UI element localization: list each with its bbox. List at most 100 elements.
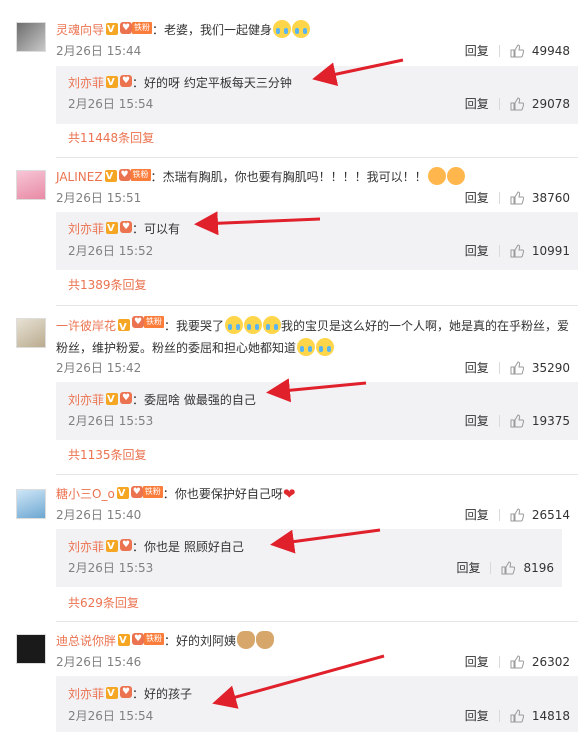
verified-v-icon <box>106 220 119 238</box>
thumbs-up-icon <box>510 508 524 522</box>
username[interactable]: 刘亦菲 <box>68 687 104 701</box>
username[interactable]: 刘亦菲 <box>68 393 104 407</box>
reply-line: 刘亦菲♥：可以有 <box>68 220 570 238</box>
username[interactable]: 刘亦菲 <box>68 76 104 90</box>
like-button[interactable]: 14818 <box>510 707 570 725</box>
username[interactable]: 灵魂向导 <box>56 23 104 37</box>
divider <box>498 710 500 722</box>
username[interactable]: 糖小三O_o <box>56 487 115 501</box>
red-heart-icon: ❤ <box>282 485 296 503</box>
comment-text: 杰瑞有胸肌，你也要有胸肌吗！！！！我可以！！ <box>162 170 427 184</box>
like-button[interactable]: 29078 <box>510 95 570 113</box>
avatar[interactable] <box>16 22 46 52</box>
timestamp: 2月26日 15:53 <box>68 414 154 428</box>
fan-heart-icon: ♥ <box>120 392 133 404</box>
divider <box>498 509 500 521</box>
fan-heart-icon: ♥ <box>120 221 133 233</box>
reply-button[interactable]: 回复 <box>465 189 489 207</box>
reply-actions: 回复 14818 <box>465 707 570 725</box>
timestamp: 2月26日 15:54 <box>68 97 154 111</box>
reply-text: 可以有 <box>144 222 181 236</box>
like-count: 49948 <box>531 44 570 58</box>
like-button[interactable]: 49948 <box>510 42 570 60</box>
reply-button[interactable]: 回复 <box>465 707 489 725</box>
view-all-replies-link[interactable]: 共1389条回复 <box>68 276 147 294</box>
like-button[interactable]: 26302 <box>510 653 570 671</box>
fan-badge: ♥ 铁粉 <box>130 486 163 498</box>
fan-badge: ♥ <box>120 686 133 698</box>
like-button[interactable]: 38760 <box>510 189 570 207</box>
username[interactable]: 刘亦菲 <box>68 222 104 236</box>
verified-v-icon <box>106 74 119 92</box>
reply-actions: 回复 19375 <box>465 412 570 430</box>
divider <box>56 305 578 306</box>
reply-actions: 回复 29078 <box>465 95 570 113</box>
reply-button[interactable]: 回复 <box>465 412 489 430</box>
thumbs-up-icon <box>510 97 524 111</box>
fan-heart-icon: ♥ <box>132 316 145 328</box>
comment-meta: 2月26日 15:40 回复 26514 <box>56 506 578 524</box>
divider <box>490 562 492 574</box>
reply-button[interactable]: 回复 <box>465 506 489 524</box>
thumbs-up-icon <box>510 414 524 428</box>
view-all-replies-link[interactable]: 共11448条回复 <box>68 129 154 147</box>
comment-text: 你也要保护好自己呀 <box>174 487 283 501</box>
username[interactable]: 迪总说你胖 <box>56 634 116 648</box>
reply-button[interactable]: 回复 <box>465 359 489 377</box>
like-button[interactable]: 35290 <box>510 359 570 377</box>
username[interactable]: 刘亦菲 <box>68 540 104 554</box>
fan-badge: ♥ <box>120 392 133 404</box>
avatar[interactable] <box>16 634 46 664</box>
fan-badge: ♥ <box>120 539 133 551</box>
verified-v-icon <box>106 391 119 409</box>
reply-meta: 2月26日 15:54 回复 29078 <box>68 95 578 113</box>
timestamp: 2月26日 15:54 <box>68 709 154 723</box>
comment-actions: 回复 26514 <box>465 506 570 524</box>
reply-button[interactable]: 回复 <box>465 42 489 60</box>
cat-face-emoji-icon <box>237 631 256 649</box>
divider <box>498 98 500 110</box>
reply-line: 刘亦菲♥：你也是 照顾好自己 <box>68 538 554 556</box>
like-button[interactable]: 10991 <box>510 242 570 260</box>
verified-v-icon <box>118 632 131 650</box>
divider <box>498 656 500 668</box>
timestamp: 2月26日 15:52 <box>68 244 154 258</box>
comment-actions: 回复 38760 <box>465 189 570 207</box>
avatar[interactable] <box>16 170 46 200</box>
reply-button[interactable]: 回复 <box>465 242 489 260</box>
like-count: 14818 <box>531 709 570 723</box>
timestamp: 2月26日 15:46 <box>56 655 142 669</box>
fan-badge: ♥ <box>120 75 133 87</box>
fan-tag: 铁粉 <box>142 486 163 498</box>
avatar[interactable] <box>16 318 46 348</box>
reply-box: 刘亦菲♥：可以有 2月26日 15:52 回复 10991 <box>56 212 578 270</box>
crying-emoji-icon <box>225 316 244 334</box>
verified-v-icon <box>106 21 119 39</box>
reply-button[interactable]: 回复 <box>465 95 489 113</box>
cat-face-emoji-icon <box>256 631 275 649</box>
view-all-replies-link[interactable]: 共1135条回复 <box>68 446 147 464</box>
view-all-replies-link[interactable]: 共629条回复 <box>68 594 139 612</box>
timestamp: 2月26日 15:40 <box>56 508 142 522</box>
reply-button[interactable]: 回复 <box>465 653 489 671</box>
verified-v-icon <box>116 485 129 503</box>
thumbs-up-icon <box>501 561 516 575</box>
reply-meta: 2月26日 15:53 回复 8196 <box>68 559 562 577</box>
like-count: 29078 <box>531 97 570 111</box>
username[interactable]: JALINEZ <box>56 170 103 184</box>
reply-button[interactable]: 回复 <box>456 559 480 577</box>
like-button[interactable]: 8196 <box>501 559 554 577</box>
avatar[interactable] <box>16 489 46 519</box>
divider <box>498 362 500 374</box>
verified-v-icon <box>106 538 119 556</box>
reply-box: 刘亦菲♥：你也是 照顾好自己 2月26日 15:53 回复 8196 <box>56 529 562 587</box>
like-button[interactable]: 19375 <box>510 412 570 430</box>
reply-line: 刘亦菲♥：委屈啥 做最强的自己 <box>68 391 570 409</box>
reply-meta: 2月26日 15:53 回复 19375 <box>68 412 578 430</box>
sleepy-emoji-icon <box>427 167 446 185</box>
like-button[interactable]: 26514 <box>510 506 570 524</box>
fan-badge: ♥ 铁粉 <box>118 169 151 181</box>
fan-heart-icon: ♥ <box>130 486 143 498</box>
username[interactable]: 一许彼岸花 <box>56 319 116 333</box>
crying-emoji-icon <box>316 338 335 356</box>
